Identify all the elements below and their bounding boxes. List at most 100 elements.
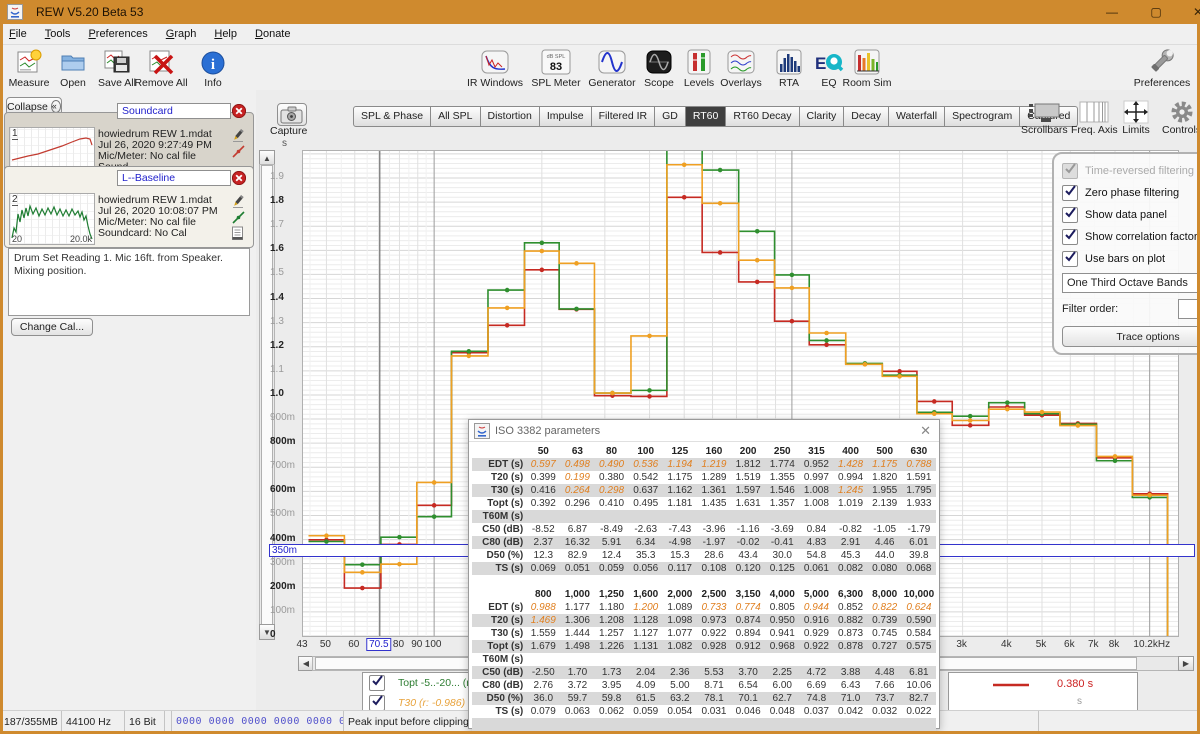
x-tick-label: 3k <box>956 639 967 650</box>
checkbox-use-bars-on-plot[interactable]: Use bars on plot <box>1062 248 1200 270</box>
remove-all-button[interactable]: Remove All <box>132 47 190 89</box>
tab-distortion[interactable]: Distortion <box>481 106 540 127</box>
tab-spectrogram[interactable]: Spectrogram <box>945 106 1020 127</box>
tab-rt60-decay[interactable]: RT60 Decay <box>726 106 799 127</box>
table-row: EDT (s)0.9881.1771.1801.2001.0890.7330.7… <box>472 601 936 614</box>
menu-donate[interactable]: Donate <box>246 28 299 40</box>
channel-status-hex: 0000 0000 0000 0000 0000 0000 <box>172 711 344 732</box>
trace-color-icon[interactable] <box>231 210 247 224</box>
x-tick-label: 7k <box>1088 639 1099 650</box>
wrench-icon <box>1133 47 1191 76</box>
y-tick-label: 1.7 <box>270 219 300 230</box>
edit-pencil-icon[interactable] <box>231 128 247 142</box>
y-axis-unit: s <box>282 138 287 149</box>
menu-preferences[interactable]: Preferences <box>79 28 156 40</box>
room-sim-button[interactable]: Room Sim <box>838 47 896 89</box>
table-row: EDT (s)0.5970.4980.4900.5361.1941.2191.8… <box>472 458 936 471</box>
checkbox-icon <box>1062 163 1078 179</box>
spl-meter-icon: dB SPL83 <box>527 47 585 76</box>
tab-impulse[interactable]: Impulse <box>540 106 592 127</box>
capture-button[interactable] <box>277 103 307 126</box>
room-sim-icon <box>838 47 896 76</box>
bit-depth-status: 16 Bit <box>125 711 165 732</box>
bands-select[interactable]: One Third Octave Bands ▼ <box>1062 273 1200 293</box>
trace-color-icon[interactable] <box>231 144 247 158</box>
svg-text:dB SPL: dB SPL <box>547 54 566 60</box>
cursor-x-label: 70.5 <box>366 638 391 651</box>
memory-status: 187/355MB <box>0 711 62 732</box>
freq-axis-icon <box>1071 100 1118 124</box>
status-empty <box>1039 711 1197 732</box>
x-tick-label: 43 <box>296 639 307 650</box>
checkbox-icon <box>369 675 385 691</box>
notes-doc-icon[interactable] <box>231 226 247 240</box>
minimize-button[interactable]: — <box>1092 0 1132 24</box>
table-row: T30 (s)0.4160.2640.2980.6371.1621.3611.5… <box>472 484 936 497</box>
tab-rt60[interactable]: RT60 <box>686 106 727 127</box>
table-row: C50 (dB)-2.501.701.732.042.365.533.702.2… <box>472 666 936 679</box>
y-tick-label: 1.1 <box>270 364 300 375</box>
capture-label: Capture <box>270 125 307 137</box>
limits-button[interactable]: Limits <box>1122 100 1150 136</box>
delete-measurement-icon[interactable] <box>232 104 246 118</box>
y-tick-label: 1.4 <box>270 292 300 303</box>
table-row: TS (s)0.0690.0510.0590.0560.1170.1080.12… <box>472 562 936 575</box>
x-tick-label: 100 <box>425 639 442 650</box>
measurement-name-field[interactable]: L--Baseline <box>117 170 231 186</box>
maximize-button[interactable]: ▢ <box>1136 0 1176 24</box>
x-tick-label: 60 <box>348 639 359 650</box>
spl-meter-button[interactable]: dB SPL83SPL Meter <box>527 47 585 89</box>
measurement-notes[interactable]: Drum Set Reading 1. Mic 16ft. from Speak… <box>8 248 250 316</box>
x-scroll-right-arrow[interactable]: ▶ <box>1178 656 1194 671</box>
menu-graph[interactable]: Graph <box>157 28 206 40</box>
tab-waterfall[interactable]: Waterfall <box>889 106 945 127</box>
delete-measurement-icon[interactable] <box>232 171 246 185</box>
collapse-label: Collapse <box>7 101 48 113</box>
info-button[interactable]: iInfo <box>184 47 242 89</box>
tab-filtered-ir[interactable]: Filtered IR <box>592 106 655 127</box>
menu-tools[interactable]: Tools <box>36 28 80 40</box>
freq-axis-button[interactable]: Freq. Axis <box>1071 100 1118 136</box>
dialog-title-bar[interactable]: ISO 3382 parameters <box>469 420 939 442</box>
menu-help[interactable]: Help <box>205 28 246 40</box>
table-row: T60M (s) <box>472 653 936 666</box>
svg-text:E: E <box>815 54 826 73</box>
status-spacer <box>165 711 172 732</box>
preferences-button[interactable]: Preferences <box>1133 47 1191 89</box>
measurement-thumbnail[interactable]: 2 20 20.0k <box>9 193 95 245</box>
checkbox-show-data-panel[interactable]: Show data panel <box>1062 204 1200 226</box>
tab-clarity[interactable]: Clarity <box>800 106 845 127</box>
tab-gd[interactable]: GD <box>655 106 686 127</box>
measurement-name-field[interactable]: Soundcard <box>117 103 231 119</box>
table-row: T30 (s)1.5591.4441.2571.1271.0770.9220.8… <box>472 627 936 640</box>
dialog-close-icon[interactable]: ✕ <box>920 423 931 439</box>
x-tick-label: 10.2kHz <box>1133 639 1170 650</box>
table-row: TS (s)0.0790.0630.0620.0590.0540.0310.04… <box>472 705 936 718</box>
checkbox-icon <box>1062 251 1078 267</box>
checkbox-show-correlation-factor[interactable]: Show correlation factor <box>1062 226 1200 248</box>
table-row: C80 (dB)2.763.723.954.095.008.716.546.00… <box>472 679 936 692</box>
y-tick-label: 1.2 <box>270 340 300 351</box>
tab-spl-phase[interactable]: SPL & Phase <box>353 106 431 127</box>
close-button[interactable]: ✕ <box>1178 0 1200 24</box>
change-cal-button[interactable]: Change Cal... <box>11 318 93 336</box>
menu-file[interactable]: File <box>0 28 36 40</box>
menu-bar: FileToolsPreferencesGraphHelpDonate <box>0 24 1200 45</box>
controls-button[interactable]: Controls <box>1162 100 1200 136</box>
tab-decay[interactable]: Decay <box>844 106 889 127</box>
checkbox-zero-phase-filtering[interactable]: Zero phase filtering <box>1062 182 1200 204</box>
y-tick-label: 1.9 <box>270 171 300 182</box>
trace-options-button[interactable]: Trace options <box>1062 326 1200 347</box>
camera-icon <box>280 106 304 124</box>
tab-all-spl[interactable]: All SPL <box>431 106 480 127</box>
ir-windows-button[interactable]: IR Windows <box>466 47 524 89</box>
scrollbars-button[interactable]: Scrollbars <box>1021 100 1068 136</box>
info-icon: i <box>184 47 242 76</box>
table-row: T60M (s) <box>472 510 936 523</box>
sample-rate-status: 44100 Hz <box>62 711 125 732</box>
edit-pencil-icon[interactable] <box>231 194 247 208</box>
y-tick-label: 100m <box>270 605 300 616</box>
iso-3382-dialog[interactable]: ISO 3382 parameters ✕ 506380100125160200… <box>468 419 940 729</box>
table-header-row: 506380100125160200250315400500630 <box>472 445 936 458</box>
y-tick-label: 1.0 <box>270 388 300 399</box>
